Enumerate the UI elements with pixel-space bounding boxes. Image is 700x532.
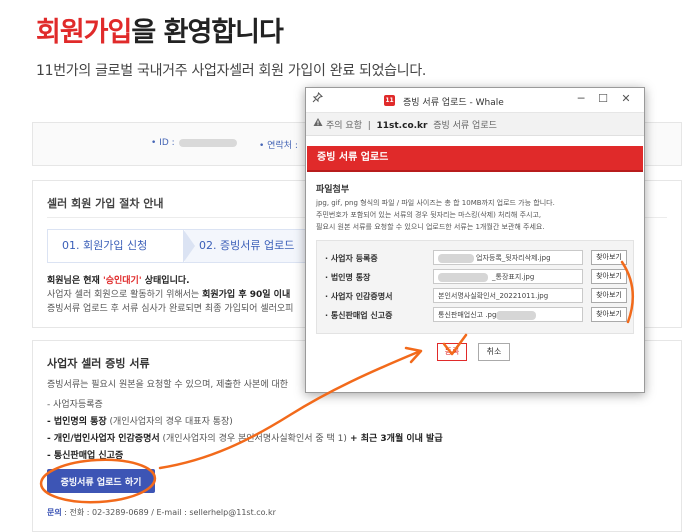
doc-item-mail-order-bold: - 통신판매업 신고증 <box>47 451 124 461</box>
browse-button[interactable]: 찾아보기 <box>591 269 627 284</box>
file-path-input[interactable]: 본인서명사실확인서_20221011.jpg <box>433 288 583 303</box>
register-button[interactable]: 등록 <box>437 343 467 361</box>
contact-info-text: : 전화 : 02-3289-0689 / E-mail : sellerhel… <box>61 508 276 517</box>
doc-item-mail-order: - 통신판매업 신고증 <box>47 448 123 461</box>
doc-item-seal-note: (개인사업자의 경우 본인서명사실확인서 중 택 1) <box>159 434 347 444</box>
doc-item-business-registration: - 사업자등록증 <box>47 400 103 410</box>
popup-header: 증빙 서류 업로드 <box>307 146 643 170</box>
security-warning-label: 주의 요함 <box>326 121 362 131</box>
redacted-filename-part <box>438 273 488 282</box>
file-upload-form: · 사업자 등록증 업자등록_뒷자리삭제.jpg 찾아보기 · 법인명 통장 _… <box>316 240 634 334</box>
upload-popup-window: 11 증빙 서류 업로드 - Whale ─ ☐ ✕ 주의 요함 | 11st.… <box>305 87 645 393</box>
browse-button[interactable]: 찾아보기 <box>591 250 627 265</box>
file-name-text: 통신판매업신고 .pg <box>438 311 497 319</box>
row-label: · 사업자 등록증 <box>325 254 378 263</box>
url-page-title: 증빙 서류 업로드 <box>433 121 497 131</box>
desc1-bold: 회원가입 후 90일 이내 <box>202 290 291 300</box>
upload-row-seal-certificate: · 사업자 인감증명서 본인서명사실확인서_20221011.jpg 찾아보기 <box>325 287 631 306</box>
status-line: 회원님은 현재 '승인대기' 상태입니다. <box>47 273 190 286</box>
doc-item-seal-tail: + 최근 3개월 이내 발급 <box>346 434 443 444</box>
doc-item-bank-note: (개인사업자의 경우 대표자 통장) <box>106 417 233 427</box>
url-text: 주의 요함 | 11st.co.kr 증빙 서류 업로드 <box>326 118 497 131</box>
upload-row-business-registration: · 사업자 등록증 업자등록_뒷자리삭제.jpg 찾아보기 <box>325 249 631 268</box>
browse-button[interactable]: 찾아보기 <box>591 307 627 322</box>
upload-note-1: jpg, gif, png 형식의 파일 / 파일 사이즈는 총 합 10MB까… <box>316 199 555 207</box>
id-label: • ID : <box>151 138 175 148</box>
headline-rest: 을 환영합니다 <box>131 17 283 48</box>
contact-info: 문의 : 전화 : 02-3289-0689 / E-mail : seller… <box>47 507 276 518</box>
row-label: · 통신판매업 신고증 <box>325 311 393 320</box>
attach-title: 파일첨부 <box>316 185 350 195</box>
page-headline: 회원가입을 환영합니다 <box>36 10 284 49</box>
whale-app-icon: 11 <box>384 95 395 106</box>
address-bar[interactable]: 주의 요함 | 11st.co.kr 증빙 서류 업로드 <box>306 112 644 136</box>
process-desc-2: 증빙서류 업로드 후 서류 심사가 완료되면 최종 가입되어 셀러오피 <box>47 304 294 314</box>
row-label: · 법인명 통장 <box>325 273 371 282</box>
doc-item-seal-certificate: - 개인/법인사업자 인감증명서 (개인사업자의 경우 본인서명사실확인서 중 … <box>47 431 443 444</box>
id-value-blurred <box>178 138 237 147</box>
redacted-filename-part <box>438 254 474 263</box>
browse-button[interactable]: 찾아보기 <box>591 288 627 303</box>
desc1-normal: 사업자 셀러 회원으로 활동하기 위해서는 <box>47 290 203 300</box>
cancel-button[interactable]: 취소 <box>478 343 510 361</box>
close-button[interactable]: ✕ <box>615 90 637 108</box>
page-subtitle: 11번가의 글로벌 국내거주 사업자셀러 회원 가입이 완료 되었습니다. <box>36 63 427 79</box>
doc-item-seal-bold: - 개인/법인사업자 인감증명서 <box>47 434 160 444</box>
status-value: '승인대기' <box>102 276 142 286</box>
doc-item-bank-account: - 법인명의 통장 (개인사업자의 경우 대표자 통장) <box>47 414 233 427</box>
upload-documents-button[interactable]: 증빙서류 업로드 하기 <box>47 469 155 493</box>
file-path-input[interactable]: 통신판매업신고 .pg <box>433 307 583 322</box>
window-title: 증빙 서류 업로드 - Whale <box>403 98 504 108</box>
minimize-button[interactable]: ─ <box>570 90 592 108</box>
redacted-filename-part <box>496 311 536 320</box>
status-prefix: 회원님은 현재 <box>47 276 103 286</box>
pin-icon[interactable] <box>312 92 323 106</box>
url-domain: 11st.co.kr <box>376 121 428 131</box>
contact-info-label: 문의 <box>47 508 62 517</box>
maximize-button[interactable]: ☐ <box>592 90 614 108</box>
process-title: 셀러 회원 가입 절차 안내 <box>47 197 164 210</box>
file-path-input[interactable]: 업자등록_뒷자리삭제.jpg <box>433 250 583 265</box>
process-desc-1: 사업자 셀러 회원으로 활동하기 위해서는 회원가입 후 90일 이내 <box>47 287 290 300</box>
url-separator: | <box>367 121 371 131</box>
warning-icon[interactable] <box>313 117 323 130</box>
upload-row-bank-account: · 법인명 통장 _통장표지.jpg 찾아보기 <box>325 268 631 287</box>
documents-intro: 증빙서류는 필요시 원본을 요청할 수 있으며, 제출한 사본에 대한 <box>47 380 289 390</box>
step-arrow <box>183 229 195 263</box>
window-titlebar[interactable]: 11 증빙 서류 업로드 - Whale ─ ☐ ✕ <box>306 88 644 112</box>
upload-row-mail-order: · 통신판매업 신고증 통신판매업신고 .pg 찾아보기 <box>325 306 631 325</box>
step-signup: 01. 회원가입 신청 <box>47 229 201 263</box>
upload-note-2: 주민번호가 포함되어 있는 서류의 경우 뒷자리는 마스킹(삭제) 처리해 주시… <box>316 211 542 219</box>
contact-field: • 연락처 : <box>259 138 298 151</box>
doc-item-bank-bold: - 법인명의 통장 <box>47 417 107 427</box>
documents-title: 사업자 셀러 증빙 서류 <box>47 357 150 370</box>
id-field: • ID : <box>151 138 237 148</box>
headline-highlight: 회원가입 <box>36 17 132 48</box>
file-path-input[interactable]: _통장표지.jpg <box>433 269 583 284</box>
row-label: · 사업자 인감증명서 <box>325 292 393 301</box>
header-underline <box>307 170 643 172</box>
status-suffix: 상태입니다. <box>141 276 190 286</box>
upload-note-3: 필요시 원본 서류를 요청할 수 있으니 업로드한 서류는 1개월간 보관해 주… <box>316 223 545 231</box>
contact-label: • 연락처 : <box>259 141 298 151</box>
